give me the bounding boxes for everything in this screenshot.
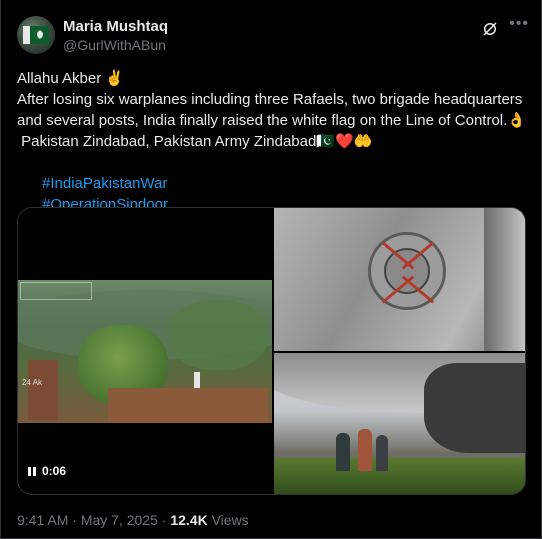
views-label: Views <box>211 512 249 528</box>
pause-icon[interactable] <box>28 466 36 476</box>
tweet-header: Maria Mushtaq @GurlWithABun ••• <box>17 14 529 58</box>
meta-separator: · <box>72 512 77 528</box>
video-player[interactable]: 24 Ak 0:06 <box>18 208 272 494</box>
hashtag-link[interactable]: #IndiaPakistanWar <box>42 175 167 192</box>
tweet-date[interactable]: May 7, 2025 <box>81 512 158 528</box>
video-controls[interactable]: 0:06 <box>28 464 66 478</box>
views-count: 12.4K <box>170 512 208 528</box>
video-frame[interactable]: 24 Ak <box>18 280 272 423</box>
grok-icon[interactable] <box>481 20 499 38</box>
video-time: 0:06 <box>42 464 67 478</box>
avatar-crescent <box>34 30 43 39</box>
tweet-meta: 9:41 AM · May 7, 2025 · 12.4K Views <box>17 512 249 528</box>
more-icon[interactable]: ••• <box>509 15 529 33</box>
tweet-line-1: Allahu Akber ✌️ <box>17 70 125 87</box>
meta-separator: · <box>161 512 167 528</box>
avatar[interactable] <box>17 16 55 54</box>
author-name[interactable]: Maria Mushtaq <box>63 18 168 35</box>
media-image-1[interactable] <box>274 208 525 351</box>
media-grid: 24 Ak 0:06 <box>17 207 526 495</box>
media-image-2[interactable] <box>274 353 525 494</box>
tweet-card: Maria Mushtaq @GurlWithABun ••• Allahu A… <box>0 0 542 539</box>
white-flag <box>194 372 200 388</box>
author-handle[interactable]: @GurlWithABun <box>63 37 166 53</box>
video-overlay-text: 24 Ak <box>22 378 43 387</box>
video-hud <box>20 282 92 300</box>
tweet-line-2: After losing six warplanes including thr… <box>17 91 527 129</box>
tweet-line-3: Pakistan Zindabad, Pakistan Army Zindaba… <box>17 133 373 150</box>
tweet-time[interactable]: 9:41 AM <box>17 512 68 528</box>
